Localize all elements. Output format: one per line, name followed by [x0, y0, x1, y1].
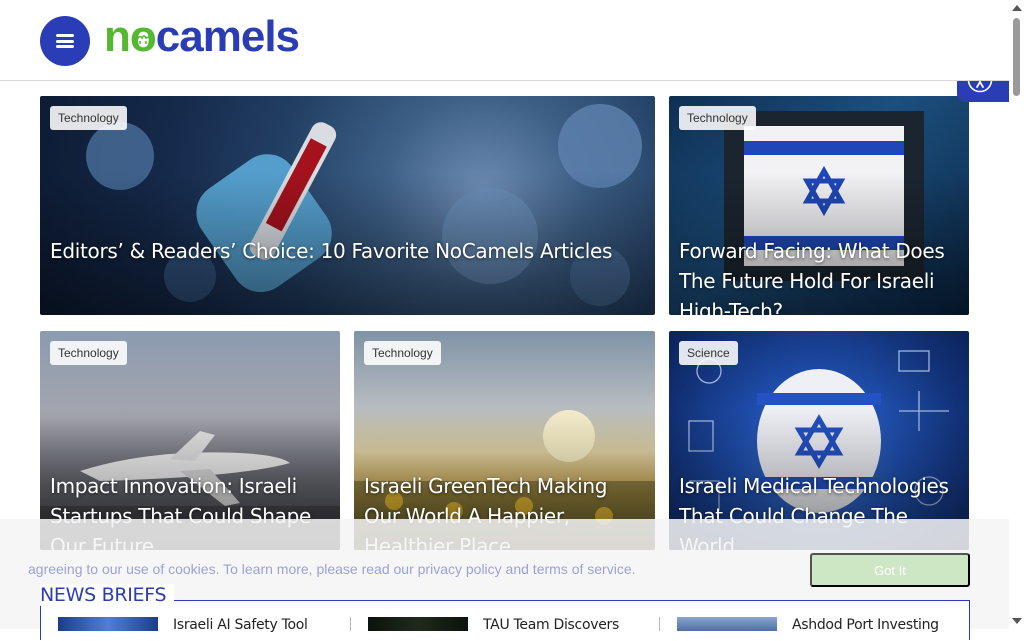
news-brief-item[interactable]: TAU Team Discovers	[368, 617, 619, 641]
scroll-down-icon[interactable]	[1012, 618, 1022, 624]
article-title[interactable]: Forward Facing: What Does The Future Hol…	[679, 236, 959, 315]
article-card[interactable]: Technology Impact Innovation: Israeli St…	[40, 331, 340, 550]
article-card[interactable]: Technology Forward Facing: What Does The…	[669, 96, 969, 315]
article-card[interactable]: Technology Editors’ & Readers’ Choice: 1…	[40, 96, 655, 315]
news-brief-title[interactable]: Ashdod Port Investing	[792, 617, 939, 633]
cookie-text: agreeing to our use of cookies. To learn…	[28, 561, 636, 577]
site-header: n o camels	[0, 0, 1024, 81]
news-briefs-section: Israeli AI Safety Tool TAU Team Discover…	[40, 600, 970, 640]
news-brief-item[interactable]: Israeli AI Safety Tool	[58, 617, 308, 641]
camel-icon	[135, 33, 153, 45]
page-scrollbar[interactable]	[1009, 0, 1024, 629]
cookie-accept-button[interactable]: Got It	[810, 553, 970, 587]
news-brief-item[interactable]: Ashdod Port Investing	[677, 617, 939, 641]
category-tag[interactable]: Technology	[364, 341, 441, 365]
hamburger-menu-icon	[56, 34, 74, 48]
scrollbar-thumb[interactable]	[1013, 18, 1020, 96]
news-brief-title[interactable]: TAU Team Discovers	[483, 617, 619, 633]
menu-button[interactable]	[40, 16, 90, 66]
news-briefs-heading: NEWS BRIEFS	[40, 584, 175, 606]
category-tag[interactable]: Technology	[50, 341, 127, 365]
article-card[interactable]: Technology Israeli GreenTech Making Our …	[354, 331, 655, 550]
nocamels-logo[interactable]: n o camels	[104, 12, 300, 62]
category-tag[interactable]: Technology	[679, 106, 756, 130]
news-brief-title[interactable]: Israeli AI Safety Tool	[173, 617, 308, 633]
category-tag[interactable]: Science	[679, 341, 738, 365]
article-card[interactable]: Science Israeli Medical Technologies Tha…	[669, 331, 969, 550]
article-title[interactable]: Editors’ & Readers’ Choice: 10 Favorite …	[50, 236, 645, 266]
logo-camel-o: o	[129, 12, 157, 61]
scroll-up-icon[interactable]	[1012, 5, 1022, 11]
category-tag[interactable]: Technology	[50, 106, 127, 130]
